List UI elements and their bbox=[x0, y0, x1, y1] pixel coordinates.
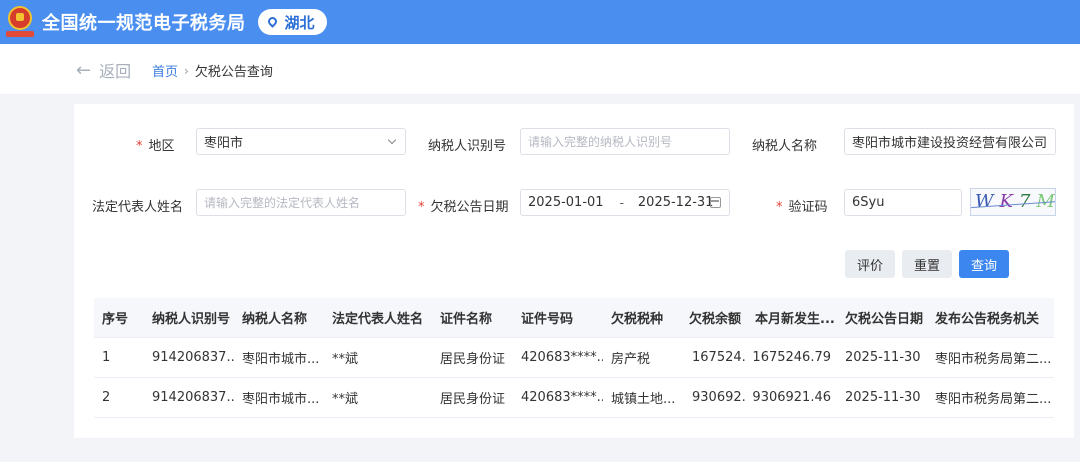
captcha-char: W bbox=[975, 191, 1000, 212]
column-header: 证件名称 bbox=[440, 312, 493, 327]
table-cell: 枣阳市税务局第二... bbox=[935, 352, 1052, 367]
table-cell: 1 bbox=[102, 350, 111, 365]
table-cell: 枣阳市城市... bbox=[242, 352, 320, 367]
column-header: 纳税人识别号 bbox=[152, 312, 231, 327]
tax-emblem-icon bbox=[6, 6, 34, 38]
calendar-icon bbox=[710, 197, 721, 208]
legal-rep-label: 法定代表人姓名 bbox=[92, 200, 184, 215]
table-cell: **斌 bbox=[332, 352, 359, 367]
region-select-value: 枣阳市 bbox=[204, 136, 244, 151]
captcha-image[interactable]: WK7M bbox=[970, 188, 1056, 216]
column-header: 欠税公告日期 bbox=[845, 312, 924, 327]
chevron-down-icon bbox=[387, 135, 397, 145]
region-name: 湖北 bbox=[284, 13, 315, 32]
site-title: 全国统一规范电子税务局 bbox=[42, 13, 246, 34]
table-cell: 城镇土地... bbox=[611, 392, 676, 407]
rate-button[interactable]: 评价 bbox=[845, 250, 895, 278]
table-cell: 居民身份证 bbox=[440, 392, 506, 407]
table-cell: 2025-11-30 bbox=[845, 390, 921, 405]
date-range-picker[interactable]: 2025-01-01 - 2025-12-31 bbox=[520, 189, 730, 216]
table-cell: 420683****... bbox=[521, 390, 603, 405]
top-header: 全国统一规范电子税务局 湖北 bbox=[0, 0, 1080, 44]
table-header: 序号 纳税人识别号 纳税人名称 法定代表人姓名 证件名称 证件号码 欠税税种 欠… bbox=[94, 298, 1054, 338]
legal-rep-input[interactable]: 请输入完整的法定代表人姓名 bbox=[196, 189, 406, 216]
table-cell: 930692... bbox=[692, 390, 747, 405]
table-cell: **斌 bbox=[332, 392, 359, 407]
results-table: 序号 纳税人识别号 纳税人名称 法定代表人姓名 证件名称 证件号码 欠税税种 欠… bbox=[94, 298, 1054, 418]
table-cell: 2 bbox=[102, 390, 111, 405]
column-header: 发布公告税务机关 bbox=[935, 312, 1040, 327]
query-button[interactable]: 查询 bbox=[959, 250, 1009, 278]
taxpayer-name-input[interactable]: 枣阳市城市建设投资经营有限公司 bbox=[844, 128, 1056, 155]
table-cell: 房产税 bbox=[611, 352, 651, 367]
emblem-ribbon bbox=[6, 31, 34, 37]
table-cell: 420683****... bbox=[521, 350, 603, 365]
column-header: 欠税余额 bbox=[688, 312, 741, 327]
date-label: * 欠税公告日期 bbox=[418, 200, 509, 215]
region-label: * 地区 bbox=[136, 139, 175, 154]
taxpayer-id-input[interactable]: 请输入完整的纳税人识别号 bbox=[520, 128, 730, 155]
captcha-char: 7 bbox=[1018, 191, 1037, 212]
table-row[interactable]: 1 914206837... 枣阳市城市... **斌 居民身份证 420683… bbox=[94, 338, 1054, 378]
query-panel: * 地区 枣阳市 纳税人识别号 请输入完整的纳税人识别号 纳税人名称 枣阳市城市建… bbox=[74, 104, 1074, 438]
taxpayer-name-label: 纳税人名称 bbox=[752, 139, 818, 154]
captcha-input-value: 6Syu bbox=[852, 195, 885, 210]
table-row[interactable]: 2 914206837... 枣阳市城市... **斌 居民身份证 420683… bbox=[94, 378, 1054, 418]
date-end[interactable]: 2025-12-31 bbox=[638, 195, 714, 210]
back-button[interactable]: ← 返回 bbox=[76, 58, 131, 82]
column-header: 本月新发生... bbox=[755, 312, 835, 327]
date-separator: - bbox=[619, 195, 624, 210]
reset-button[interactable]: 重置 bbox=[902, 250, 952, 278]
column-header: 法定代表人姓名 bbox=[332, 312, 424, 327]
breadcrumb-home-link[interactable]: 首页 bbox=[152, 61, 178, 80]
back-label: 返回 bbox=[99, 62, 132, 81]
table-cell: 居民身份证 bbox=[440, 352, 506, 367]
date-start[interactable]: 2025-01-01 bbox=[528, 195, 604, 210]
captcha-label: * 验证码 bbox=[776, 200, 828, 215]
table-cell: 9306921.46 bbox=[752, 390, 831, 405]
table-cell: 914206837... bbox=[152, 350, 234, 365]
table-cell: 枣阳市城市... bbox=[242, 392, 320, 407]
region-select[interactable]: 枣阳市 bbox=[196, 128, 406, 155]
emblem-shield bbox=[8, 6, 32, 30]
table-cell: 枣阳市税务局第二... bbox=[935, 392, 1052, 407]
table-cell: 914206837... bbox=[152, 390, 234, 405]
legal-rep-placeholder: 请输入完整的法定代表人姓名 bbox=[204, 196, 361, 210]
column-header: 证件号码 bbox=[521, 312, 574, 327]
arrow-left-icon: ← bbox=[76, 59, 92, 81]
location-pin-icon bbox=[265, 14, 279, 28]
captcha-input[interactable]: 6Syu bbox=[844, 189, 962, 216]
column-header: 纳税人名称 bbox=[242, 312, 308, 327]
chevron-right-icon: › bbox=[184, 63, 189, 78]
table-cell: 1675246.79 bbox=[752, 350, 831, 365]
required-mark: * bbox=[418, 200, 425, 215]
column-header: 序号 bbox=[102, 312, 129, 327]
table-cell: 167524... bbox=[692, 350, 747, 365]
region-switcher[interactable]: 湖北 bbox=[257, 9, 327, 35]
breadcrumb: 首页 › 欠税公告查询 bbox=[152, 61, 273, 81]
required-mark: * bbox=[136, 139, 143, 154]
taxpayer-id-label: 纳税人识别号 bbox=[428, 139, 507, 154]
breadcrumb-current: 欠税公告查询 bbox=[194, 65, 273, 80]
table-cell: 2025-11-30 bbox=[845, 350, 921, 365]
taxpayer-id-placeholder: 请输入完整的纳税人识别号 bbox=[528, 135, 673, 149]
required-mark: * bbox=[776, 200, 783, 215]
column-header: 欠税税种 bbox=[611, 312, 664, 327]
breadcrumb-bar: ← 返回 首页 › 欠税公告查询 bbox=[0, 44, 1080, 94]
taxpayer-name-value: 枣阳市城市建设投资经营有限公司 bbox=[852, 136, 1048, 151]
captcha-char: K bbox=[999, 191, 1019, 212]
